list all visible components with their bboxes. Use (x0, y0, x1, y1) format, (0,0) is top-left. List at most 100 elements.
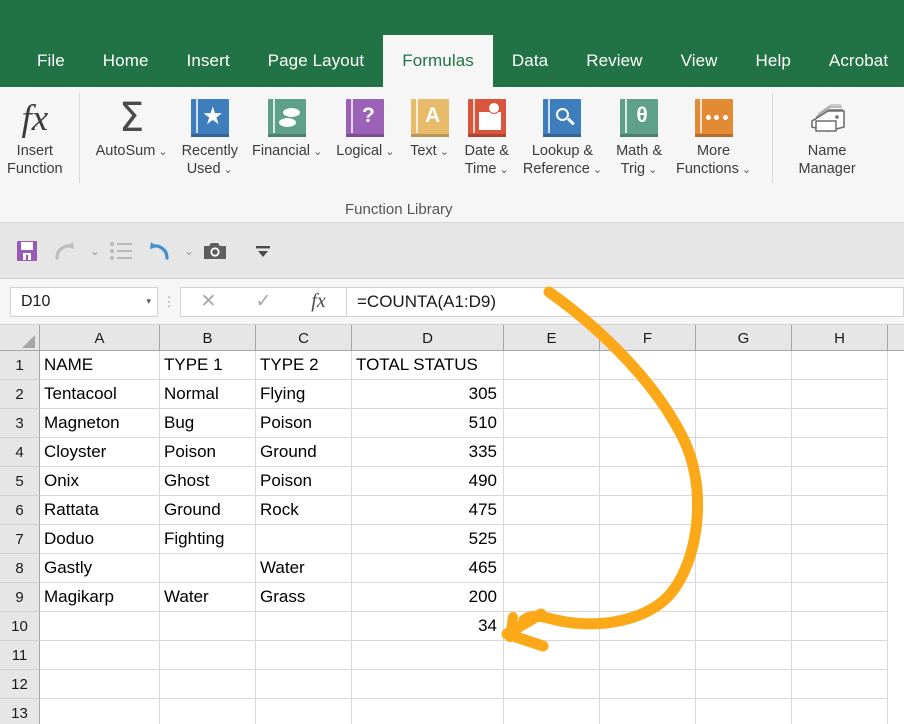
cell-G2[interactable] (696, 380, 792, 409)
ribbon-button-math-trig[interactable]: θMath & Trig ⌄ (609, 87, 669, 178)
cell-C1[interactable]: TYPE 2 (256, 351, 352, 380)
ribbon-button-recently-used[interactable]: ★Recently Used ⌄ (175, 87, 245, 178)
bullet-list-icon[interactable] (104, 234, 138, 268)
cell-D11[interactable] (352, 641, 504, 670)
cell-H1[interactable] (792, 351, 888, 380)
cell-B4[interactable]: Poison (160, 438, 256, 467)
ribbon-button-insert-function[interactable]: fxInsert Function (0, 87, 70, 178)
save-icon[interactable] (10, 234, 44, 268)
cell-D7[interactable]: 525 (352, 525, 504, 554)
cell-F1[interactable] (600, 351, 696, 380)
column-header-A[interactable]: A (40, 325, 160, 351)
cell-D4[interactable]: 335 (352, 438, 504, 467)
chevron-down-icon[interactable]: ▾ (146, 296, 151, 307)
row-header-11[interactable]: 11 (0, 641, 40, 670)
cell-C9[interactable]: Grass (256, 583, 352, 612)
cell-C4[interactable]: Ground (256, 438, 352, 467)
cell-A9[interactable]: Magikarp (40, 583, 160, 612)
ribbon-tab-help[interactable]: Help (737, 35, 810, 87)
cell-F2[interactable] (600, 380, 696, 409)
cell-H8[interactable] (792, 554, 888, 583)
cell-A7[interactable]: Doduo (40, 525, 160, 554)
cell-H7[interactable] (792, 525, 888, 554)
cell-F9[interactable] (600, 583, 696, 612)
cell-G13[interactable] (696, 699, 792, 724)
cell-H10[interactable] (792, 612, 888, 641)
cell-A1[interactable]: NAME (40, 351, 160, 380)
cell-D12[interactable] (352, 670, 504, 699)
chevron-down-icon[interactable]: ⌄ (739, 164, 751, 176)
cell-C7[interactable] (256, 525, 352, 554)
cell-D3[interactable]: 510 (352, 409, 504, 438)
cell-C3[interactable]: Poison (256, 409, 352, 438)
cell-C5[interactable]: Poison (256, 467, 352, 496)
column-header-C[interactable]: C (256, 325, 352, 351)
redo-icon[interactable] (48, 234, 82, 268)
formula-bar-handle[interactable]: ⋮ (158, 300, 180, 304)
cell-E9[interactable] (504, 583, 600, 612)
cell-A10[interactable] (40, 612, 160, 641)
cell-C11[interactable] (256, 641, 352, 670)
column-header-H[interactable]: H (792, 325, 888, 351)
cell-F7[interactable] (600, 525, 696, 554)
ribbon-tab-formulas[interactable]: Formulas (383, 35, 493, 87)
cell-B9[interactable]: Water (160, 583, 256, 612)
cell-H9[interactable] (792, 583, 888, 612)
cell-G7[interactable] (696, 525, 792, 554)
cell-F6[interactable] (600, 496, 696, 525)
ribbon-button-text[interactable]: AText ⌄ (402, 87, 458, 161)
cell-H3[interactable] (792, 409, 888, 438)
cell-B2[interactable]: Normal (160, 380, 256, 409)
cell-C12[interactable] (256, 670, 352, 699)
chevron-down-icon[interactable]: ⌄ (155, 146, 167, 158)
cell-G12[interactable] (696, 670, 792, 699)
ribbon-button-financial[interactable]: Financial ⌄ (245, 87, 329, 161)
cell-B1[interactable]: TYPE 1 (160, 351, 256, 380)
cell-A12[interactable] (40, 670, 160, 699)
cell-A4[interactable]: Cloyster (40, 438, 160, 467)
formula-input[interactable]: =COUNTA(A1:D9) (347, 287, 904, 317)
row-header-10[interactable]: 10 (0, 612, 40, 641)
cell-F3[interactable] (600, 409, 696, 438)
ribbon-tab-view[interactable]: View (662, 35, 737, 87)
cell-F11[interactable] (600, 641, 696, 670)
cell-B11[interactable] (160, 641, 256, 670)
cell-E11[interactable] (504, 641, 600, 670)
chevron-down-icon[interactable]: ⌄ (590, 164, 602, 176)
row-header-4[interactable]: 4 (0, 438, 40, 467)
row-header-5[interactable]: 5 (0, 467, 40, 496)
name-box[interactable]: D10 ▾ (10, 287, 158, 317)
cell-D2[interactable]: 305 (352, 380, 504, 409)
cell-A2[interactable]: Tentacool (40, 380, 160, 409)
cell-A3[interactable]: Magneton (40, 409, 160, 438)
cell-D10[interactable]: 34 (352, 612, 504, 641)
cancel-formula-button[interactable]: ✕ (181, 290, 236, 313)
cell-E3[interactable] (504, 409, 600, 438)
cell-E4[interactable] (504, 438, 600, 467)
cell-B13[interactable] (160, 699, 256, 724)
undo-icon[interactable] (142, 234, 176, 268)
cell-H12[interactable] (792, 670, 888, 699)
cell-B6[interactable]: Ground (160, 496, 256, 525)
row-header-7[interactable]: 7 (0, 525, 40, 554)
cell-F8[interactable] (600, 554, 696, 583)
chevron-down-icon[interactable]: ⌄ (382, 146, 394, 158)
cell-G10[interactable] (696, 612, 792, 641)
cell-G4[interactable] (696, 438, 792, 467)
cell-C6[interactable]: Rock (256, 496, 352, 525)
ribbon-tab-page-layout[interactable]: Page Layout (249, 35, 384, 87)
confirm-formula-button[interactable]: ✓ (236, 290, 291, 313)
ribbon-button-logical[interactable]: ?Logical ⌄ (329, 87, 401, 161)
ribbon-tab-home[interactable]: Home (84, 35, 168, 87)
cell-C2[interactable]: Flying (256, 380, 352, 409)
camera-icon[interactable] (198, 234, 232, 268)
row-header-12[interactable]: 12 (0, 670, 40, 699)
cell-D8[interactable]: 465 (352, 554, 504, 583)
row-header-1[interactable]: 1 (0, 351, 40, 380)
row-header-2[interactable]: 2 (0, 380, 40, 409)
ribbon-button-date-time[interactable]: Date & Time ⌄ (458, 87, 516, 178)
cell-E6[interactable] (504, 496, 600, 525)
cell-H5[interactable] (792, 467, 888, 496)
row-header-9[interactable]: 9 (0, 583, 40, 612)
cell-C8[interactable]: Water (256, 554, 352, 583)
